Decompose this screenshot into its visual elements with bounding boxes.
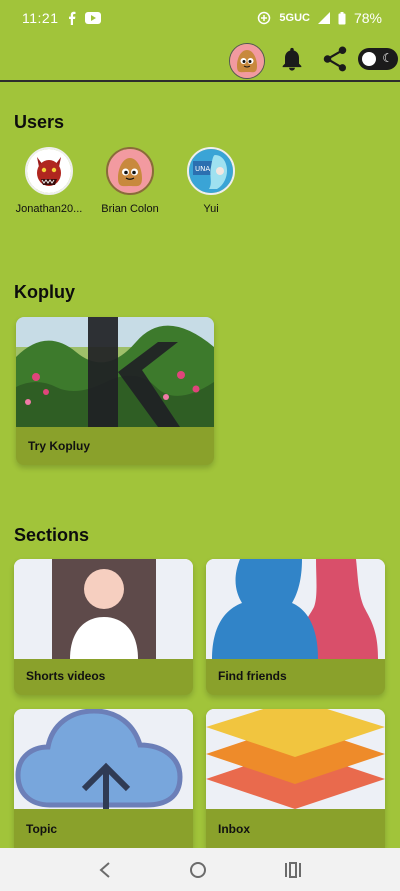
topic-image bbox=[14, 709, 193, 809]
toggle-knob bbox=[362, 52, 376, 66]
user-item[interactable]: Jonathan20... bbox=[9, 147, 89, 215]
facebook-notification-icon bbox=[67, 11, 77, 25]
find-friends-card[interactable]: Find friends bbox=[206, 559, 385, 695]
card-label: Topic bbox=[26, 822, 58, 836]
card-label: Try Kopluy bbox=[28, 439, 91, 453]
signal-icon bbox=[317, 12, 330, 24]
user-name: Yui bbox=[203, 203, 219, 215]
svg-text:UNA: UNA bbox=[195, 165, 210, 173]
home-icon[interactable] bbox=[189, 861, 207, 879]
inbox-card[interactable]: Inbox bbox=[206, 709, 385, 848]
card-label: Find friends bbox=[218, 669, 287, 683]
topic-card[interactable]: Topic bbox=[14, 709, 193, 848]
user-item[interactable]: Brian Colon bbox=[90, 147, 170, 215]
youtube-notification-icon bbox=[84, 12, 101, 24]
share-icon[interactable] bbox=[320, 44, 350, 79]
try-kopluy-card[interactable]: Try Kopluy bbox=[16, 317, 214, 465]
user-avatar[interactable]: UNA bbox=[187, 147, 235, 195]
user-name: Brian Colon bbox=[101, 203, 159, 215]
shorts-videos-card[interactable]: Shorts videos bbox=[14, 559, 193, 695]
system-navigation-bar bbox=[0, 848, 400, 891]
user-name: Jonathan20... bbox=[15, 203, 83, 215]
recents-icon[interactable] bbox=[284, 861, 302, 878]
shorts-videos-image bbox=[14, 559, 193, 659]
status-bar: 11:21 5GUC 78% bbox=[0, 0, 400, 36]
user-item[interactable]: UNA Yui bbox=[171, 147, 251, 215]
card-label: Inbox bbox=[218, 822, 250, 836]
inbox-image bbox=[206, 709, 385, 809]
battery-percent: 78% bbox=[353, 10, 382, 26]
moon-icon: ☾ bbox=[382, 51, 393, 65]
kopluy-section-title: Kopluy bbox=[14, 282, 75, 302]
theme-toggle[interactable]: ☾ bbox=[358, 48, 398, 70]
sections-section-title: Sections bbox=[14, 525, 90, 545]
data-saver-icon bbox=[257, 11, 271, 25]
user-avatar[interactable] bbox=[106, 147, 154, 195]
pou-avatar-icon[interactable] bbox=[229, 43, 265, 79]
top-app-bar: ☾ bbox=[0, 36, 400, 82]
user-avatar[interactable] bbox=[25, 147, 73, 195]
find-friends-image bbox=[206, 559, 385, 659]
bell-icon[interactable] bbox=[278, 45, 306, 78]
network-label: 5GUC bbox=[279, 12, 310, 24]
users-section-title: Users bbox=[14, 112, 65, 132]
back-icon[interactable] bbox=[98, 861, 112, 878]
status-time: 11:21 bbox=[22, 10, 59, 26]
card-label: Shorts videos bbox=[26, 669, 106, 683]
battery-icon bbox=[338, 11, 346, 25]
kopluy-banner-image bbox=[16, 317, 214, 427]
